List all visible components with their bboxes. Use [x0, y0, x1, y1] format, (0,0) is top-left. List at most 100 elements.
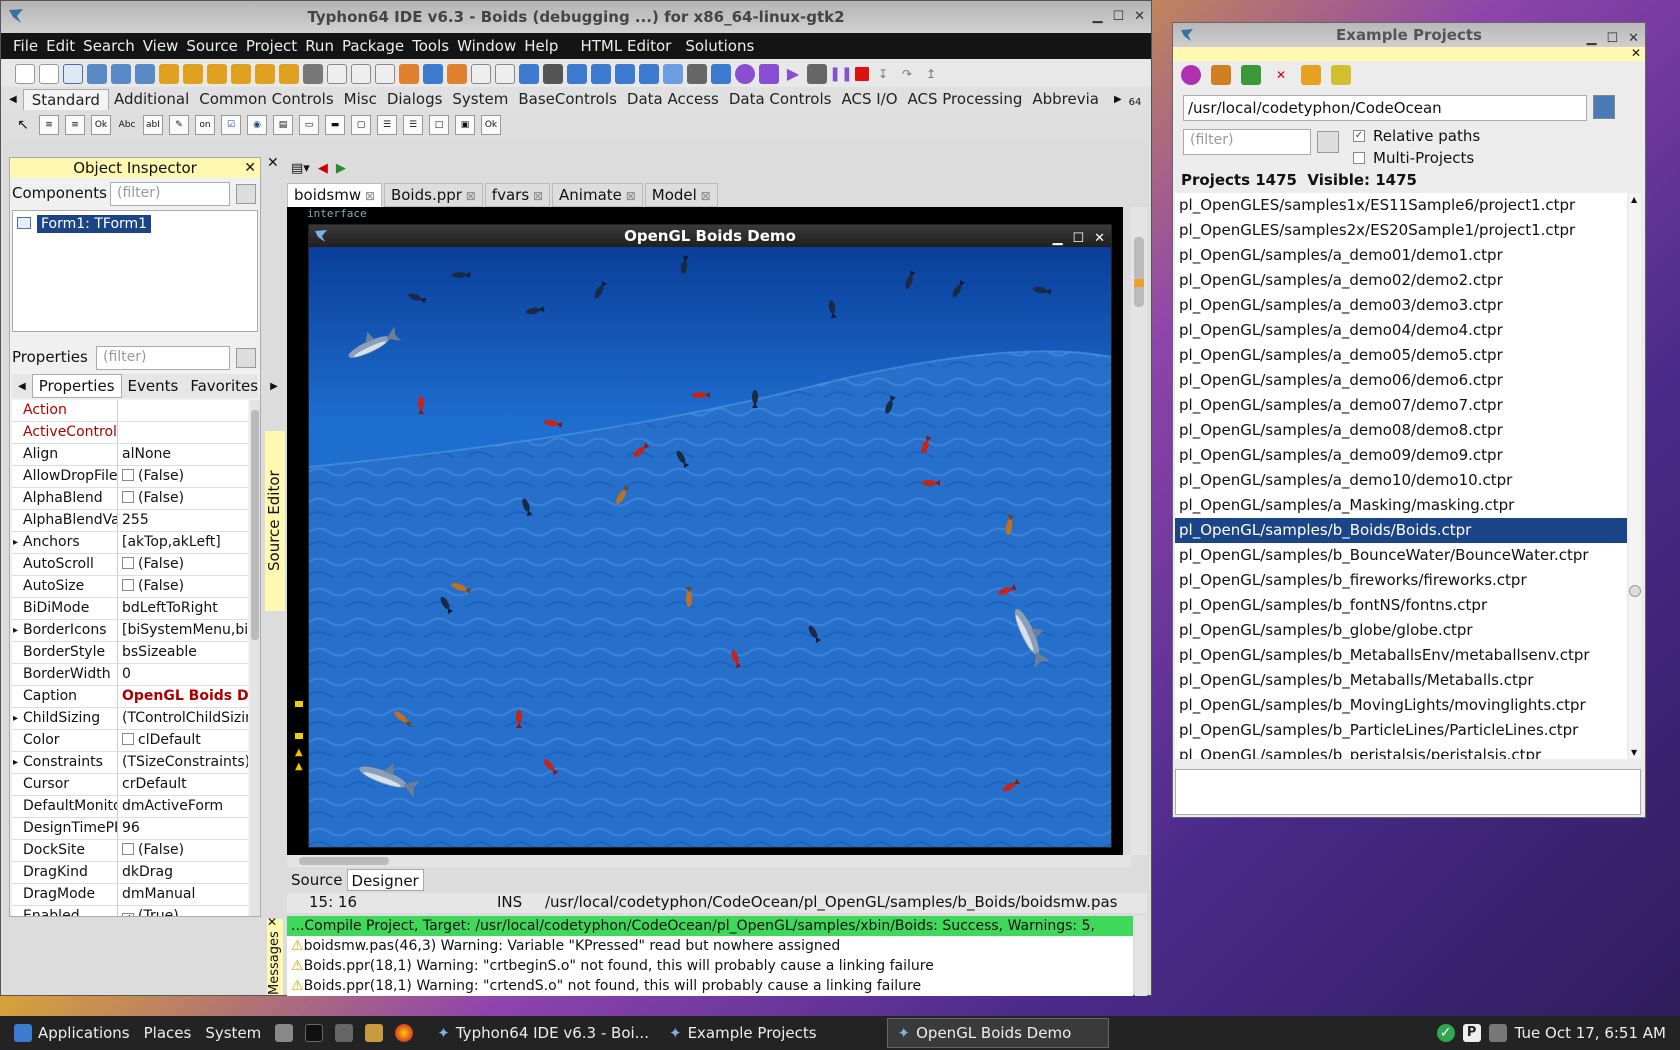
- property-row[interactable]: Color clDefault: [12, 730, 248, 752]
- open-project-icon[interactable]: [1211, 65, 1231, 85]
- property-value[interactable]: [118, 400, 248, 421]
- ide-titlebar[interactable]: Typhon64 IDE v6.3 - Boids (debugging ...…: [1, 1, 1151, 33]
- tcheckbox-icon[interactable]: ☑: [221, 115, 241, 135]
- opengl-scene[interactable]: [309, 247, 1111, 847]
- step-over-icon[interactable]: ↷: [897, 64, 917, 84]
- tab-favorites[interactable]: Favorites: [184, 375, 264, 397]
- property-scrollbar[interactable]: [250, 400, 260, 916]
- property-value[interactable]: (TSizeConstraints): [118, 752, 248, 773]
- checkbox-icon[interactable]: [122, 491, 134, 503]
- checkbox-icon[interactable]: [122, 469, 134, 481]
- package-build-icon[interactable]: [255, 63, 275, 84]
- list-item[interactable]: pl_OpenGL/samples/b_fireworks/fireworks.…: [1175, 568, 1627, 593]
- menu-package[interactable]: Package: [342, 37, 404, 55]
- new-file-icon[interactable]: [15, 63, 35, 84]
- ttogglebox-icon[interactable]: on: [195, 115, 215, 135]
- tbutton-icon[interactable]: Ok: [91, 115, 111, 135]
- tedit-icon[interactable]: abI: [143, 115, 163, 135]
- property-row[interactable]: Action: [12, 400, 248, 422]
- forward-arrow-icon[interactable]: ▶: [336, 161, 346, 176]
- open-icon[interactable]: [87, 63, 107, 84]
- property-row[interactable]: ChildSizing(TControlChildSizing): [12, 708, 248, 730]
- palette-tab-acs-processing[interactable]: ACS Processing: [903, 90, 1028, 108]
- list-item[interactable]: pl_OpenGL/samples/b_Metaballs/Metaballs.…: [1175, 668, 1627, 693]
- applications-menu[interactable]: Applications: [14, 1024, 130, 1042]
- tools-icon[interactable]: [687, 63, 707, 84]
- compile-success-message[interactable]: ...Compile Project, Target: /usr/local/c…: [287, 916, 1133, 936]
- example-projects-titlebar[interactable]: Example Projects ▁ ☐ ✕: [1173, 23, 1645, 47]
- list-item[interactable]: pl_OpenGL/samples/a_demo07/demo7.ctpr: [1175, 393, 1627, 418]
- step-out-icon[interactable]: ↥: [921, 64, 941, 84]
- palette-tab-basecontrols[interactable]: BaseControls: [513, 90, 622, 108]
- property-value[interactable]: [akTop,akLeft]: [118, 532, 248, 553]
- tradiogroup-icon[interactable]: ☰: [377, 115, 397, 135]
- property-row[interactable]: Cursor crDefault: [12, 774, 248, 796]
- task-typhon-ide[interactable]: ✦ Typhon64 IDE v6.3 - Boi...: [427, 1018, 659, 1048]
- firefox-icon[interactable]: [395, 1024, 414, 1042]
- step-icon[interactable]: [807, 63, 827, 84]
- list-item[interactable]: pl_OpenGL/samples/a_demo08/demo8.ctpr: [1175, 418, 1627, 443]
- messages-icon[interactable]: [639, 63, 659, 84]
- settings-icon[interactable]: [335, 1024, 354, 1042]
- projects-filter-input[interactable]: (filter): [1183, 129, 1311, 155]
- property-row[interactable]: DefaultMonitor dmActiveForm: [12, 796, 248, 818]
- property-value[interactable]: [118, 422, 248, 443]
- close-icon[interactable]: ✕: [1134, 9, 1145, 24]
- editor-tab[interactable]: boidsmw ⊠: [287, 183, 382, 207]
- menu-edit[interactable]: Edit: [46, 37, 75, 55]
- browse-folder-icon[interactable]: [1593, 95, 1615, 119]
- property-row[interactable]: DragMode dmManual: [12, 884, 248, 906]
- tab-close-icon[interactable]: ⊠: [462, 189, 476, 203]
- save-all-icon[interactable]: [351, 63, 371, 84]
- property-row[interactable]: BiDiMode bdLeftToRight: [12, 598, 248, 620]
- find-icon[interactable]: [111, 63, 131, 84]
- property-value[interactable]: (False): [118, 554, 248, 575]
- property-value[interactable]: 255: [118, 510, 248, 531]
- list-item[interactable]: pl_OpenGL/samples/b_MetaballsEnv/metabal…: [1175, 643, 1627, 668]
- component-tree[interactable]: Form1: TForm1: [12, 210, 258, 332]
- build-all-icon[interactable]: [759, 63, 779, 84]
- palette-tab-standard[interactable]: Standard: [22, 88, 109, 110]
- refresh-icon[interactable]: [1181, 65, 1201, 85]
- run-icon[interactable]: ▶: [783, 64, 803, 84]
- menu-window[interactable]: Window: [457, 37, 516, 55]
- replace-icon[interactable]: [135, 63, 155, 84]
- editor-menu-icon[interactable]: ▤▾: [291, 161, 310, 176]
- property-row[interactable]: AlphaBlend (False): [12, 488, 248, 510]
- tlabel-icon[interactable]: Abc: [117, 115, 137, 135]
- list-item[interactable]: pl_OpenGL/samples/a_demo03/demo3.ctpr: [1175, 293, 1627, 318]
- filter-clear-icon[interactable]: [1317, 131, 1339, 153]
- list-item[interactable]: pl_OpenGL/samples/b_Boids/Boids.ctpr: [1175, 518, 1627, 543]
- property-value[interactable]: dmActiveForm: [118, 796, 248, 817]
- list-item[interactable]: pl_OpenGL/samples/b_globe/globe.ctpr: [1175, 618, 1627, 643]
- property-value[interactable]: bsSizeable: [118, 642, 248, 663]
- tabs-left-icon[interactable]: ◀: [12, 379, 32, 394]
- palette-scroll-right-icon[interactable]: ▶: [1114, 94, 1122, 105]
- property-value[interactable]: dkDrag: [118, 862, 248, 883]
- editor-tab[interactable]: Model ⊠: [644, 183, 718, 207]
- menu-html-editor[interactable]: HTML Editor: [580, 37, 671, 55]
- warning-message[interactable]: ⚠Boids.ppr(18,1) Warning: "crtendS.o" no…: [287, 976, 1133, 996]
- menu-file[interactable]: File: [13, 37, 38, 55]
- panel-close-icon[interactable]: ✕: [1631, 46, 1641, 60]
- list-item[interactable]: pl_OpenGL/samples/b_MovingLights/movingl…: [1175, 693, 1627, 718]
- tmainmenu-icon[interactable]: ≡: [39, 115, 59, 135]
- file-manager-icon[interactable]: [275, 1024, 294, 1042]
- package-icon[interactable]: [159, 63, 179, 84]
- property-row[interactable]: BorderStyle bsSizeable: [12, 642, 248, 664]
- delete-icon[interactable]: ✕: [1271, 65, 1291, 85]
- property-row[interactable]: AutoScroll (False): [12, 554, 248, 576]
- palette-tab-additional[interactable]: Additional: [109, 90, 194, 108]
- property-value[interactable]: clDefault: [118, 730, 248, 751]
- tmemo-icon[interactable]: ✎: [169, 115, 189, 135]
- package-save-icon[interactable]: [207, 63, 227, 84]
- checkbox-icon[interactable]: [122, 579, 134, 591]
- components-icon[interactable]: [567, 63, 587, 84]
- stop-icon[interactable]: [855, 66, 869, 81]
- new-form-icon[interactable]: [39, 63, 59, 84]
- projects-path-input[interactable]: /usr/local/codetyphon/CodeOcean: [1183, 95, 1587, 121]
- editor-horizontal-scrollbar[interactable]: [287, 855, 1131, 867]
- property-value[interactable]: [biSystemMenu,biMinimize: [118, 620, 248, 641]
- project-options-icon[interactable]: [303, 63, 323, 84]
- tab-close-icon[interactable]: ⊠: [361, 189, 375, 203]
